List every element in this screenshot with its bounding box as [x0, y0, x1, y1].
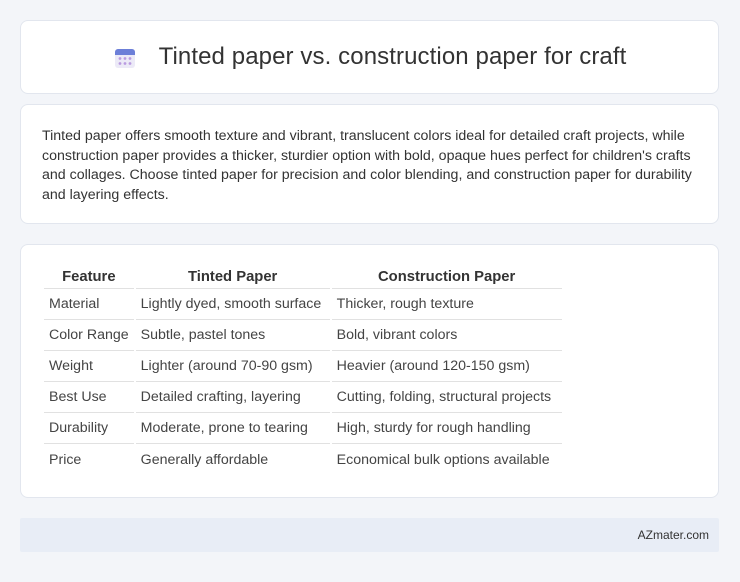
- table-cell: Cutting, folding, structural projects: [331, 382, 562, 413]
- table-header-row: Feature Tinted Paper Construction Paper: [44, 266, 562, 289]
- table-cell: Color Range: [44, 320, 134, 351]
- summary-card: Tinted paper offers smooth texture and v…: [20, 104, 719, 224]
- table-cell: Thicker, rough texture: [331, 289, 562, 320]
- header-tinted-paper: Tinted Paper: [135, 266, 330, 289]
- table-cell: Best Use: [44, 382, 134, 413]
- header-construction-paper: Construction Paper: [331, 266, 562, 289]
- title-card: Tinted paper vs. construction paper for …: [20, 20, 719, 94]
- page-title: Tinted paper vs. construction paper for …: [158, 43, 627, 70]
- table-row: Weight Lighter (around 70-90 gsm) Heavie…: [44, 351, 562, 382]
- table-cell: Lightly dyed, smooth surface: [135, 289, 330, 320]
- header-feature: Feature: [44, 266, 134, 289]
- table-cell: Weight: [44, 351, 134, 382]
- table-cell: Generally affordable: [140, 451, 269, 468]
- table-cell: Durability: [44, 413, 134, 444]
- summary-text: Tinted paper offers smooth texture and v…: [42, 128, 692, 203]
- table-cell: Bold, vibrant colors: [331, 320, 562, 351]
- table-cell: Price: [49, 451, 82, 468]
- table-cell: Moderate, prone to tearing: [135, 413, 330, 444]
- comparison-card: Feature Tinted Paper Construction Paper …: [20, 244, 719, 498]
- footer-brand-link[interactable]: AZmater.com: [638, 528, 709, 542]
- table-cell: Economical bulk options available: [336, 451, 550, 468]
- comparison-table: Feature Tinted Paper Construction Paper …: [42, 266, 564, 475]
- table-row: Best Use Detailed crafting, layering Cut…: [44, 382, 562, 413]
- table-cell: Heavier (around 120-150 gsm): [331, 351, 562, 382]
- table-row: Durability Moderate, prone to tearing Hi…: [44, 413, 562, 444]
- table-row: Color Range Subtle, pastel tones Bold, v…: [44, 320, 562, 351]
- footer: AZmater.com: [20, 518, 719, 552]
- table-cell: Material: [44, 289, 134, 320]
- table-cell: Subtle, pastel tones: [135, 320, 330, 351]
- table-row: Price Generally affordable Economical bu…: [44, 444, 562, 475]
- table-row: Material Lightly dyed, smooth surface Th…: [44, 289, 562, 320]
- table-cell: Detailed crafting, layering: [135, 382, 330, 413]
- calendar-icon: [114, 49, 135, 68]
- table-cell: High, sturdy for rough handling: [331, 413, 562, 444]
- table-cell: Lighter (around 70-90 gsm): [135, 351, 330, 382]
